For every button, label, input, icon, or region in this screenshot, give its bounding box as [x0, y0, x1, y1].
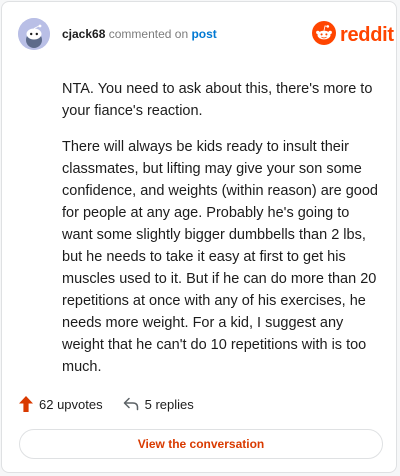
replies-button[interactable]: 5 replies — [123, 397, 194, 412]
upvotes-button[interactable]: 62 upvotes — [19, 396, 103, 412]
replies-count: 5 replies — [144, 396, 194, 412]
comment-embed-card: cjack68 commented on post reddit NTA. Yo… — [1, 1, 397, 473]
upvotes-count: 62 upvotes — [39, 396, 103, 412]
reply-arrow-icon — [123, 397, 138, 411]
view-conversation-button[interactable]: View the conversation — [19, 429, 383, 459]
reddit-wordmark: reddit — [340, 24, 394, 46]
action-text: commented on — [108, 27, 189, 41]
comment-header: cjack68 commented on post — [62, 27, 217, 41]
post-link[interactable]: post — [191, 27, 216, 41]
username-link[interactable]: cjack68 — [62, 27, 105, 41]
comment-actions: 62 upvotes 5 replies — [19, 396, 214, 412]
comment-paragraph: NTA. You need to ask about this, there's… — [62, 81, 373, 119]
reddit-brand[interactable]: reddit — [312, 21, 394, 50]
view-conversation-label: View the conversation — [137, 437, 265, 451]
upvote-arrow-icon — [19, 396, 33, 412]
user-avatar-icon[interactable] — [18, 18, 50, 50]
reddit-logo-icon — [312, 21, 336, 50]
comment-body: NTA. You need to ask about this, there's… — [62, 78, 382, 392]
comment-paragraph: There will always be kids ready to insul… — [62, 139, 378, 375]
